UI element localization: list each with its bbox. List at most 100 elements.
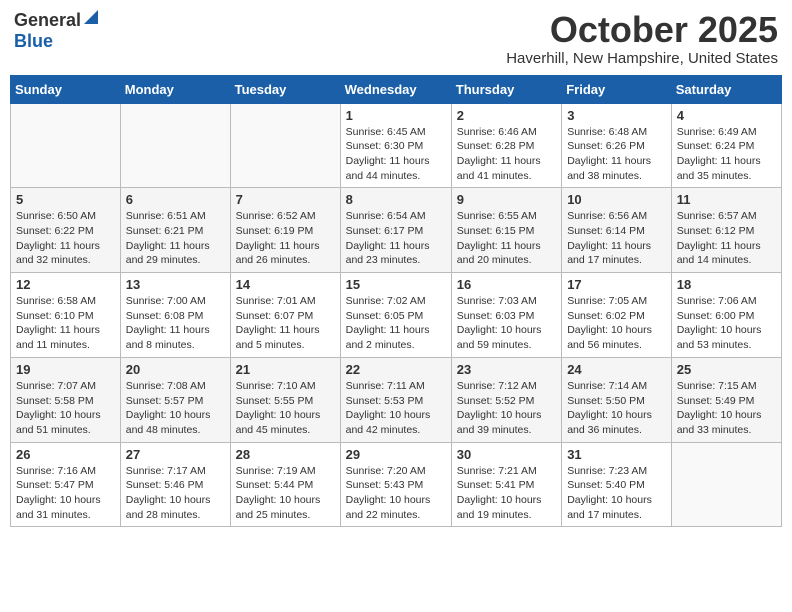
calendar-cell: 5 Sunrise: 6:50 AM Sunset: 6:22 PM Daylig… bbox=[11, 188, 121, 273]
day-number: 5 bbox=[16, 192, 115, 207]
weekday-header: Tuesday bbox=[230, 75, 340, 103]
day-number: 11 bbox=[677, 192, 776, 207]
calendar-cell: 18Sunrise: 7:06 AM Sunset: 6:00 PM Dayli… bbox=[671, 273, 781, 358]
day-info: Sunrise: 6:54 AM Sunset: 6:17 PM Dayligh… bbox=[346, 209, 446, 268]
day-number: 9 bbox=[457, 192, 556, 207]
day-number: 1 bbox=[346, 108, 446, 123]
day-info: Sunrise: 6:58 AM Sunset: 6:10 PM Dayligh… bbox=[16, 294, 115, 353]
calendar-cell: 21 Sunrise: 7:10 AM Sunset: 5:55 PM Dayli… bbox=[230, 357, 340, 442]
calendar-cell: 14 Sunrise: 7:01 AM Sunset: 6:07 PM Dayli… bbox=[230, 273, 340, 358]
day-number: 12 bbox=[16, 277, 115, 292]
day-info: Sunrise: 7:20 AM Sunset: 5:43 PM Dayligh… bbox=[346, 464, 446, 523]
day-number: 21 bbox=[236, 362, 335, 377]
calendar-cell: 19Sunrise: 7:07 AM Sunset: 5:58 PM Dayli… bbox=[11, 357, 121, 442]
day-info: Sunrise: 7:06 AM Sunset: 6:00 PM Dayligh… bbox=[677, 294, 776, 353]
weekday-header: Monday bbox=[120, 75, 230, 103]
day-info: Sunrise: 7:19 AM Sunset: 5:44 PM Dayligh… bbox=[236, 464, 335, 523]
logo-blue: Blue bbox=[14, 31, 53, 51]
calendar-cell: 7Sunrise: 6:52 AM Sunset: 6:19 PM Daylig… bbox=[230, 188, 340, 273]
calendar-cell: 6Sunrise: 6:51 AM Sunset: 6:21 PM Daylig… bbox=[120, 188, 230, 273]
page-header: General Blue October 2025 Haverhill, New… bbox=[10, 10, 782, 67]
day-number: 2 bbox=[457, 108, 556, 123]
day-number: 17 bbox=[567, 277, 666, 292]
calendar-cell: 26Sunrise: 7:16 AM Sunset: 5:47 PM Dayli… bbox=[11, 442, 121, 527]
day-info: Sunrise: 6:45 AM Sunset: 6:30 PM Dayligh… bbox=[346, 125, 446, 184]
day-number: 27 bbox=[126, 447, 225, 462]
weekday-header: Sunday bbox=[11, 75, 121, 103]
calendar-cell: 8 Sunrise: 6:54 AM Sunset: 6:17 PM Daylig… bbox=[340, 188, 451, 273]
day-number: 14 bbox=[236, 277, 335, 292]
day-number: 30 bbox=[457, 447, 556, 462]
calendar-cell bbox=[120, 103, 230, 188]
day-number: 23 bbox=[457, 362, 556, 377]
logo-general: General bbox=[14, 10, 81, 31]
day-info: Sunrise: 7:21 AM Sunset: 5:41 PM Dayligh… bbox=[457, 464, 556, 523]
calendar-cell: 20Sunrise: 7:08 AM Sunset: 5:57 PM Dayli… bbox=[120, 357, 230, 442]
calendar-cell: 2 Sunrise: 6:46 AM Sunset: 6:28 PM Daylig… bbox=[451, 103, 561, 188]
calendar-table: SundayMondayTuesdayWednesdayThursdayFrid… bbox=[10, 75, 782, 528]
day-info: Sunrise: 7:15 AM Sunset: 5:49 PM Dayligh… bbox=[677, 379, 776, 438]
day-info: Sunrise: 7:23 AM Sunset: 5:40 PM Dayligh… bbox=[567, 464, 666, 523]
calendar-cell bbox=[671, 442, 781, 527]
day-info: Sunrise: 7:17 AM Sunset: 5:46 PM Dayligh… bbox=[126, 464, 225, 523]
logo-triangle bbox=[84, 10, 98, 29]
calendar-cell: 9 Sunrise: 6:55 AM Sunset: 6:15 PM Daylig… bbox=[451, 188, 561, 273]
day-number: 8 bbox=[346, 192, 446, 207]
day-number: 29 bbox=[346, 447, 446, 462]
calendar-week-row: 26Sunrise: 7:16 AM Sunset: 5:47 PM Dayli… bbox=[11, 442, 782, 527]
calendar-week-row: 19Sunrise: 7:07 AM Sunset: 5:58 PM Dayli… bbox=[11, 357, 782, 442]
month-title: October 2025 bbox=[506, 10, 778, 50]
day-info: Sunrise: 7:02 AM Sunset: 6:05 PM Dayligh… bbox=[346, 294, 446, 353]
day-number: 10 bbox=[567, 192, 666, 207]
day-info: Sunrise: 6:48 AM Sunset: 6:26 PM Dayligh… bbox=[567, 125, 666, 184]
day-info: Sunrise: 7:12 AM Sunset: 5:52 PM Dayligh… bbox=[457, 379, 556, 438]
day-number: 28 bbox=[236, 447, 335, 462]
weekday-header-row: SundayMondayTuesdayWednesdayThursdayFrid… bbox=[11, 75, 782, 103]
day-number: 22 bbox=[346, 362, 446, 377]
calendar-week-row: 5 Sunrise: 6:50 AM Sunset: 6:22 PM Daylig… bbox=[11, 188, 782, 273]
day-number: 26 bbox=[16, 447, 115, 462]
day-info: Sunrise: 7:11 AM Sunset: 5:53 PM Dayligh… bbox=[346, 379, 446, 438]
day-info: Sunrise: 7:00 AM Sunset: 6:08 PM Dayligh… bbox=[126, 294, 225, 353]
day-number: 19 bbox=[16, 362, 115, 377]
calendar-cell: 13Sunrise: 7:00 AM Sunset: 6:08 PM Dayli… bbox=[120, 273, 230, 358]
calendar-cell: 27 Sunrise: 7:17 AM Sunset: 5:46 PM Dayli… bbox=[120, 442, 230, 527]
day-number: 31 bbox=[567, 447, 666, 462]
calendar-cell bbox=[11, 103, 121, 188]
day-number: 16 bbox=[457, 277, 556, 292]
day-info: Sunrise: 6:46 AM Sunset: 6:28 PM Dayligh… bbox=[457, 125, 556, 184]
calendar-cell: 11 Sunrise: 6:57 AM Sunset: 6:12 PM Dayli… bbox=[671, 188, 781, 273]
day-info: Sunrise: 6:56 AM Sunset: 6:14 PM Dayligh… bbox=[567, 209, 666, 268]
calendar-cell: 3 Sunrise: 6:48 AM Sunset: 6:26 PM Daylig… bbox=[562, 103, 672, 188]
day-number: 24 bbox=[567, 362, 666, 377]
day-number: 15 bbox=[346, 277, 446, 292]
calendar-week-row: 1 Sunrise: 6:45 AM Sunset: 6:30 PM Daylig… bbox=[11, 103, 782, 188]
weekday-header: Wednesday bbox=[340, 75, 451, 103]
day-info: Sunrise: 7:01 AM Sunset: 6:07 PM Dayligh… bbox=[236, 294, 335, 353]
calendar-cell: 28 Sunrise: 7:19 AM Sunset: 5:44 PM Dayli… bbox=[230, 442, 340, 527]
calendar-cell: 1 Sunrise: 6:45 AM Sunset: 6:30 PM Daylig… bbox=[340, 103, 451, 188]
calendar-cell: 31 Sunrise: 7:23 AM Sunset: 5:40 PM Dayli… bbox=[562, 442, 672, 527]
calendar-cell bbox=[230, 103, 340, 188]
calendar-cell: 24Sunrise: 7:14 AM Sunset: 5:50 PM Dayli… bbox=[562, 357, 672, 442]
day-info: Sunrise: 7:03 AM Sunset: 6:03 PM Dayligh… bbox=[457, 294, 556, 353]
day-info: Sunrise: 6:55 AM Sunset: 6:15 PM Dayligh… bbox=[457, 209, 556, 268]
day-info: Sunrise: 7:10 AM Sunset: 5:55 PM Dayligh… bbox=[236, 379, 335, 438]
day-info: Sunrise: 6:50 AM Sunset: 6:22 PM Dayligh… bbox=[16, 209, 115, 268]
day-info: Sunrise: 6:57 AM Sunset: 6:12 PM Dayligh… bbox=[677, 209, 776, 268]
day-info: Sunrise: 6:52 AM Sunset: 6:19 PM Dayligh… bbox=[236, 209, 335, 268]
title-section: October 2025 Haverhill, New Hampshire, U… bbox=[506, 10, 778, 67]
logo: General Blue bbox=[14, 10, 98, 52]
calendar-cell: 15 Sunrise: 7:02 AM Sunset: 6:05 PM Dayli… bbox=[340, 273, 451, 358]
weekday-header: Friday bbox=[562, 75, 672, 103]
calendar-cell: 30 Sunrise: 7:21 AM Sunset: 5:41 PM Dayli… bbox=[451, 442, 561, 527]
location-title: Haverhill, New Hampshire, United States bbox=[506, 50, 778, 67]
day-info: Sunrise: 6:49 AM Sunset: 6:24 PM Dayligh… bbox=[677, 125, 776, 184]
calendar-week-row: 12 Sunrise: 6:58 AM Sunset: 6:10 PM Dayli… bbox=[11, 273, 782, 358]
day-number: 3 bbox=[567, 108, 666, 123]
day-number: 20 bbox=[126, 362, 225, 377]
calendar-cell: 16 Sunrise: 7:03 AM Sunset: 6:03 PM Dayli… bbox=[451, 273, 561, 358]
day-number: 25 bbox=[677, 362, 776, 377]
calendar-cell: 17Sunrise: 7:05 AM Sunset: 6:02 PM Dayli… bbox=[562, 273, 672, 358]
weekday-header: Saturday bbox=[671, 75, 781, 103]
